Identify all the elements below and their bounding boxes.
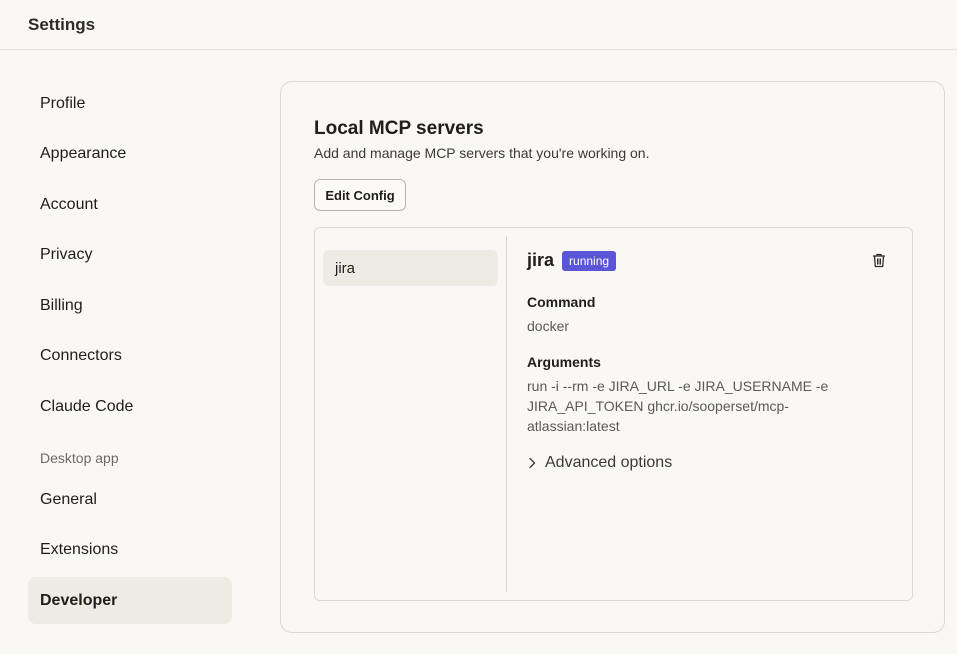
sidebar-item-general[interactable]: General xyxy=(28,476,232,523)
sidebar-item-account[interactable]: Account xyxy=(28,181,232,228)
sidebar-item-label: Connectors xyxy=(40,347,122,364)
command-label: Command xyxy=(527,294,596,310)
sidebar-item-extensions[interactable]: Extensions xyxy=(28,527,232,574)
sidebar-item-label: Billing xyxy=(40,296,83,314)
arguments-line: atlassian:latest xyxy=(527,418,620,434)
sidebar-item-appearance[interactable]: Appearance xyxy=(28,131,232,178)
server-name: jira xyxy=(527,250,555,270)
server-list-item[interactable]: jira xyxy=(323,250,498,286)
sidebar-item-connectors[interactable]: Connectors xyxy=(28,333,232,380)
edit-config-button[interactable]: Edit Config xyxy=(314,179,406,211)
sidebar-item-developer[interactable]: Developer xyxy=(28,577,232,624)
server-header: jira running xyxy=(527,250,617,271)
top-bar: Settings xyxy=(0,0,957,50)
section-subtitle: Add and manage MCP servers that you're w… xyxy=(314,145,650,161)
arguments-line: JIRA_API_TOKEN ghcr.io/sooperset/mcp- xyxy=(527,398,789,414)
sidebar-item-profile[interactable]: Profile xyxy=(28,80,232,127)
chevron-right-icon xyxy=(529,457,536,469)
sidebar-item-label: Developer xyxy=(40,591,118,609)
advanced-options-label: Advanced options xyxy=(545,454,673,471)
sidebar-item-label: General xyxy=(40,490,97,508)
arguments-label: Arguments xyxy=(527,354,601,370)
server-list: jira xyxy=(315,236,507,592)
server-list-item-label: jira xyxy=(335,259,356,277)
sidebar-item-billing[interactable]: Billing xyxy=(28,282,232,329)
section-title: Local MCP servers xyxy=(314,118,484,139)
sidebar-item-claude-code[interactable]: Claude Code xyxy=(28,383,232,430)
advanced-options-toggle[interactable]: Advanced options xyxy=(527,454,672,472)
sidebar-item-label: Appearance xyxy=(40,145,127,162)
page-title: Settings xyxy=(28,14,96,34)
arguments-line: run -i --rm -e JIRA_URL -e JIRA_USERNAME… xyxy=(527,378,829,394)
sidebar-item-label: Privacy xyxy=(40,246,93,263)
server-manager: jira jira running Command docker Argumen… xyxy=(314,227,913,601)
sidebar-section-desktop-app: Desktop app xyxy=(40,450,119,466)
sidebar-item-label: Account xyxy=(40,195,98,213)
settings-sidebar: Profile Appearance Account Privacy Billi… xyxy=(28,80,232,628)
sidebar-item-label: Claude Code xyxy=(40,397,134,415)
server-detail: jira running Command docker Arguments ru… xyxy=(527,228,907,598)
arguments-value: run -i --rm -e JIRA_URL -e JIRA_USERNAME… xyxy=(527,376,897,436)
sidebar-item-label: Extensions xyxy=(40,541,119,558)
command-value: docker xyxy=(527,318,570,334)
delete-server-button[interactable] xyxy=(869,250,889,270)
trash-icon xyxy=(873,253,885,267)
sidebar-item-privacy[interactable]: Privacy xyxy=(28,232,232,279)
mcp-servers-panel: Local MCP servers Add and manage MCP ser… xyxy=(280,81,945,633)
sidebar-item-label: Profile xyxy=(40,94,86,112)
status-badge: running xyxy=(562,250,617,271)
